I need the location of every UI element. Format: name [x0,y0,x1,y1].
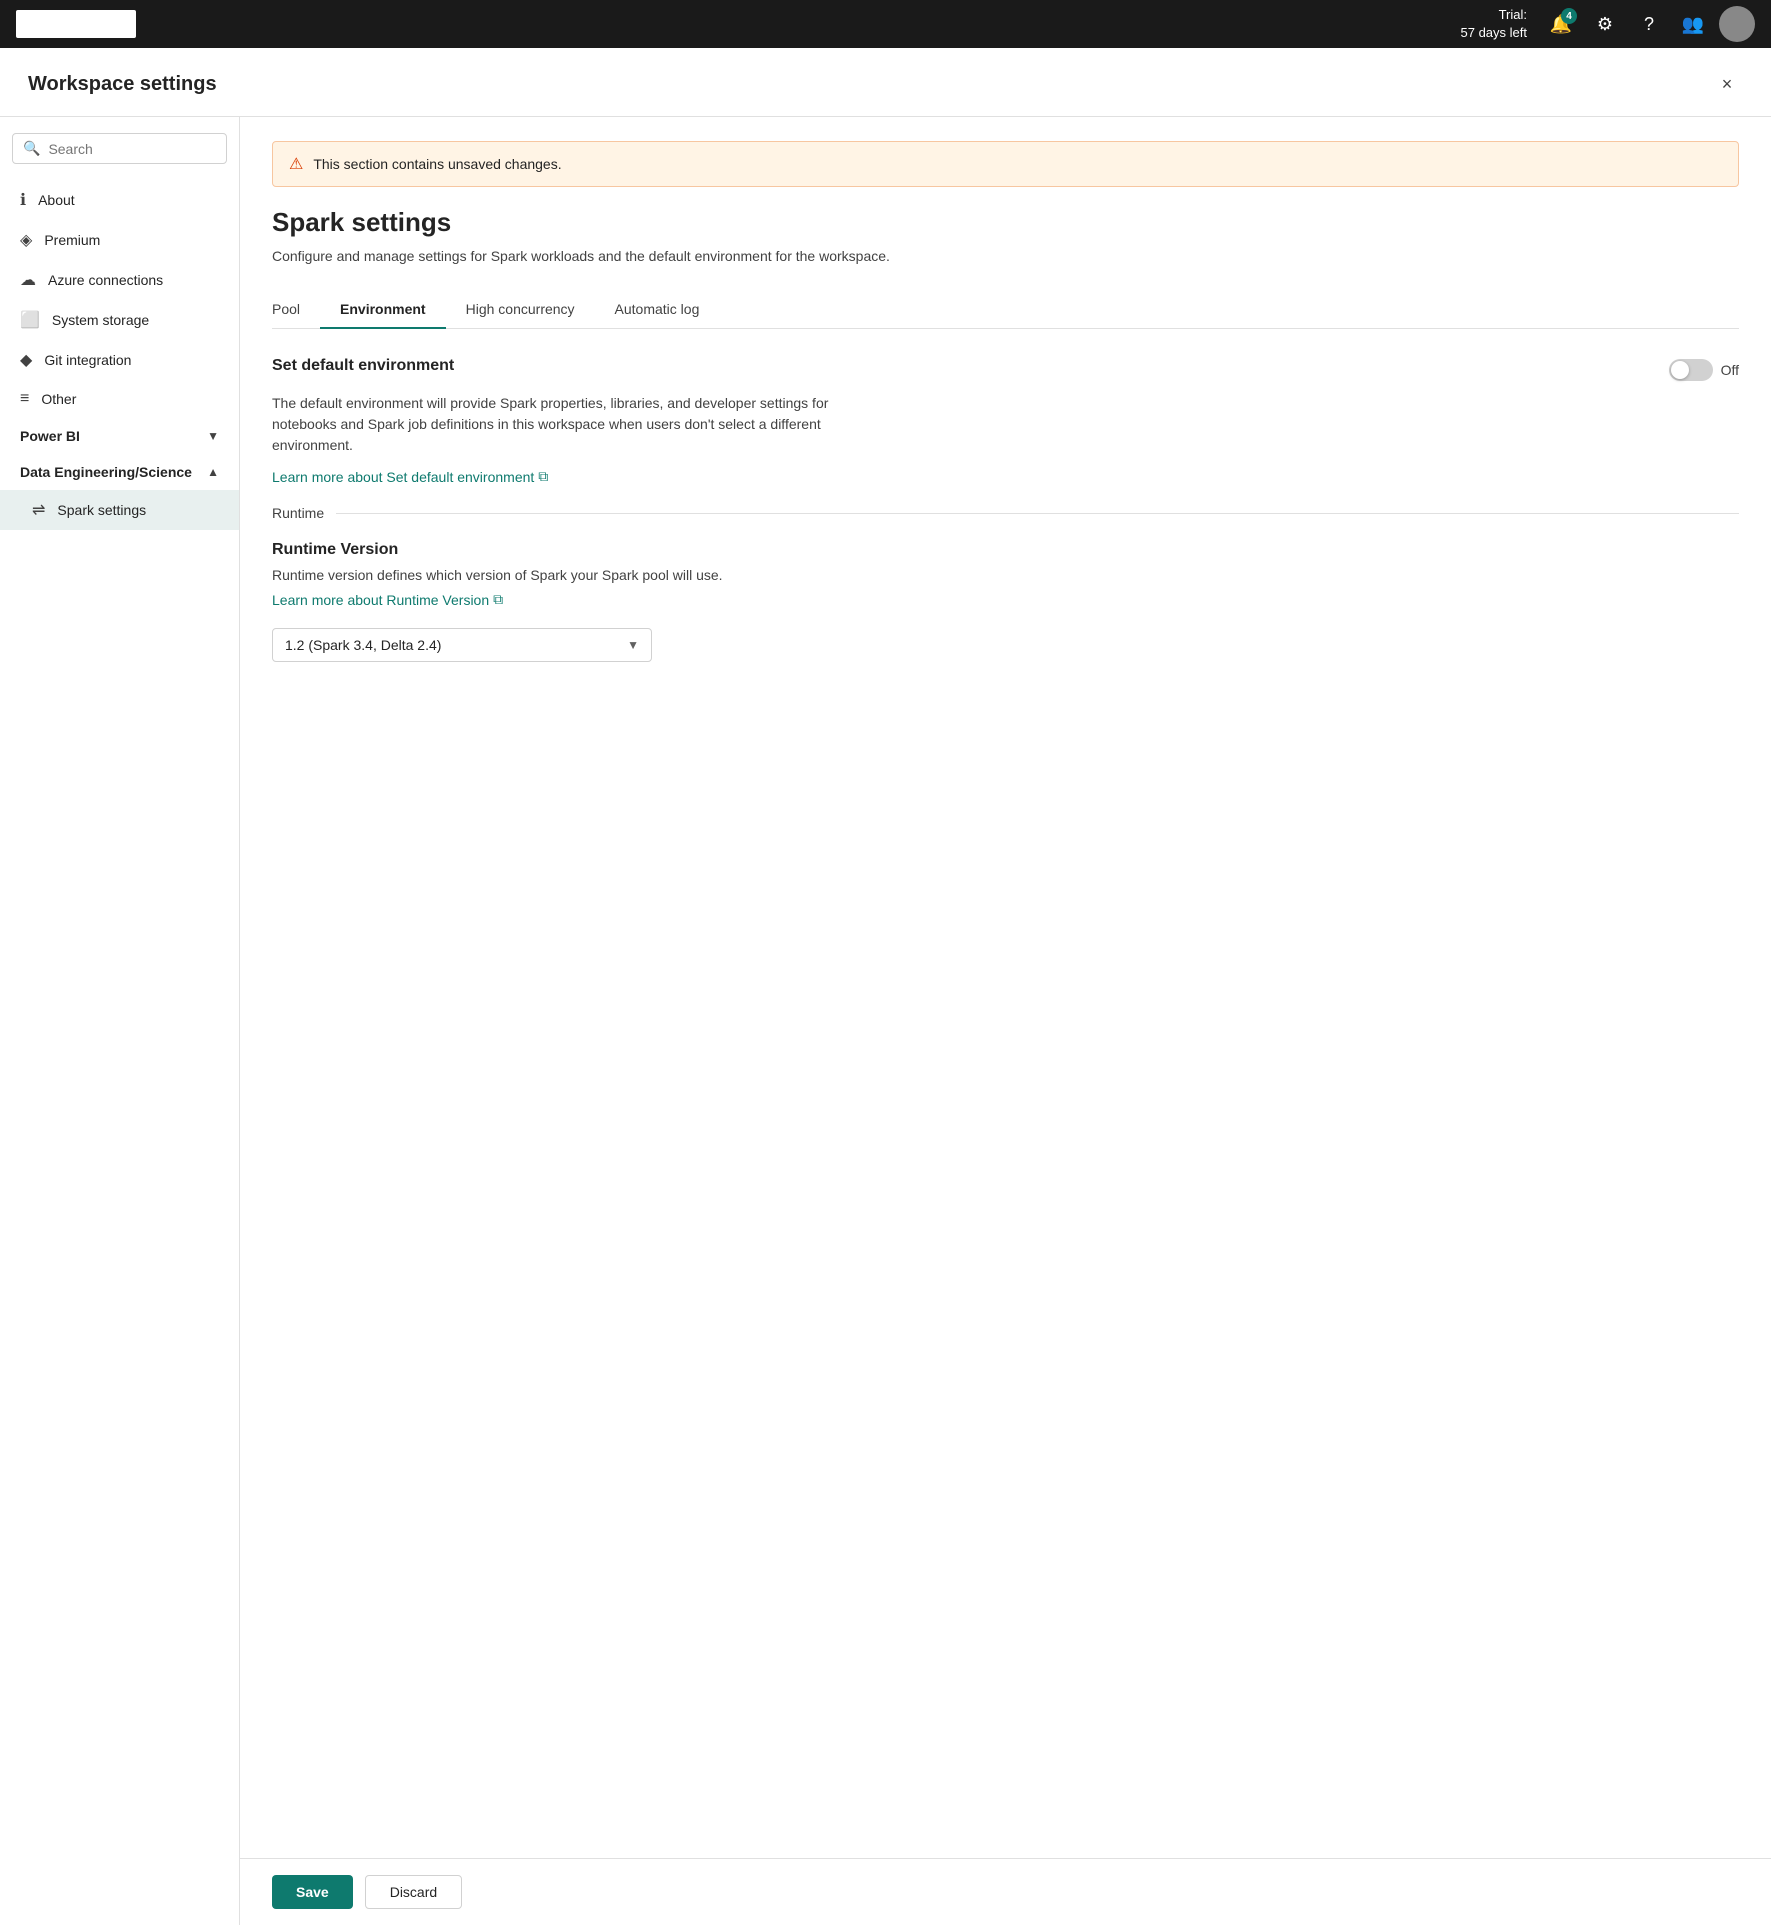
content-inner: ⚠ This section contains unsaved changes.… [240,117,1771,1858]
sidebar: 🔍 ℹ About ◈ Premium ☁ Azure connections … [0,117,240,1925]
search-input[interactable] [48,141,216,157]
chevron-down-icon: ▼ [207,429,219,443]
section-power-bi-label: Power BI [20,428,80,444]
divider-line [336,513,1739,514]
sidebar-item-about-label: About [38,192,75,208]
main-content: ⚠ This section contains unsaved changes.… [240,117,1771,1925]
runtime-version-description: Runtime version defines which version of… [272,567,1739,583]
search-box[interactable]: 🔍 [12,133,227,164]
tab-high-concurrency[interactable]: High concurrency [446,291,595,329]
sidebar-item-other-label: Other [41,391,76,407]
section-power-bi[interactable]: Power BI ▼ [0,418,239,454]
workspace-settings-modal: Workspace settings × 🔍 ℹ About ◈ Premium… [0,48,1771,1925]
sidebar-item-premium[interactable]: ◈ Premium [0,220,239,260]
notification-icon[interactable]: 🔔 4 [1543,6,1579,42]
people-icon[interactable]: 👥 [1675,6,1711,42]
help-icon[interactable]: ? [1631,6,1667,42]
modal-header: Workspace settings × [0,48,1771,117]
sidebar-item-premium-label: Premium [44,232,100,248]
runtime-divider: Runtime [272,505,1739,521]
learn-link-text: Learn more about Set default environment [272,469,534,485]
section-data-engineering[interactable]: Data Engineering/Science ▲ [0,454,239,490]
tab-pool[interactable]: Pool [272,291,320,329]
warning-banner: ⚠ This section contains unsaved changes. [272,141,1739,187]
sidebar-item-azure-connections[interactable]: ☁ Azure connections [0,260,239,300]
chevron-up-icon: ▲ [207,465,219,479]
runtime-external-link-icon: ⧉ [493,591,503,608]
sidebar-item-git-integration[interactable]: ◆ Git integration [0,340,239,380]
sidebar-item-spark-settings-label: Spark settings [57,502,146,518]
topbar: Trial: 57 days left 🔔 4 ⚙ ? 👥 [0,0,1771,48]
diamond-icon: ◈ [20,230,32,250]
discard-button[interactable]: Discard [365,1875,462,1909]
spark-settings-icon: ⇌ [32,500,45,520]
close-button[interactable]: × [1711,68,1743,100]
cloud-icon: ☁ [20,270,36,290]
other-icon: ≡ [20,390,29,408]
set-default-env-title: Set default environment [272,357,454,375]
modal-title: Workspace settings [28,73,217,96]
tab-automatic-log[interactable]: Automatic log [595,291,720,329]
section-data-engineering-label: Data Engineering/Science [20,464,192,480]
page-title: Spark settings [272,207,1739,238]
dropdown-value: 1.2 (Spark 3.4, Delta 2.4) [285,637,441,653]
sidebar-item-about[interactable]: ℹ About [0,180,239,220]
sidebar-item-spark-settings[interactable]: ⇌ Spark settings [0,490,239,530]
toggle-label: Off [1721,362,1739,378]
info-icon: ℹ [20,190,26,210]
sidebar-item-system-storage[interactable]: ⬜ System storage [0,300,239,340]
page-description: Configure and manage settings for Spark … [272,246,932,267]
set-default-env-learn-link[interactable]: Learn more about Set default environment… [272,468,548,485]
runtime-version-title: Runtime Version [272,541,1739,559]
set-default-env-row: Set default environment Off [272,357,1739,381]
topbar-logo [16,10,136,38]
external-link-icon: ⧉ [538,468,548,485]
search-icon: 🔍 [23,140,40,157]
sidebar-item-azure-connections-label: Azure connections [48,272,163,288]
tabs: Pool Environment High concurrency Automa… [272,291,1739,329]
warning-icon: ⚠ [289,154,303,174]
sidebar-item-other[interactable]: ≡ Other [0,380,239,418]
runtime-learn-link-text: Learn more about Runtime Version [272,592,489,608]
notification-badge: 4 [1561,8,1577,24]
warning-text: This section contains unsaved changes. [313,156,561,172]
sidebar-item-system-storage-label: System storage [52,312,149,328]
set-default-env-description: The default environment will provide Spa… [272,393,852,456]
tab-environment[interactable]: Environment [320,291,446,329]
trial-info: Trial: 57 days left [1461,6,1528,42]
git-icon: ◆ [20,350,32,370]
settings-icon[interactable]: ⚙ [1587,6,1623,42]
dropdown-chevron-icon: ▼ [627,638,639,652]
toggle-row: Off [1669,359,1739,381]
runtime-version-learn-link[interactable]: Learn more about Runtime Version ⧉ [272,591,503,608]
save-button[interactable]: Save [272,1875,353,1909]
runtime-version-dropdown[interactable]: 1.2 (Spark 3.4, Delta 2.4) ▼ [272,628,652,662]
sidebar-item-git-integration-label: Git integration [44,352,131,368]
topbar-right: Trial: 57 days left 🔔 4 ⚙ ? 👥 [1461,6,1756,42]
runtime-divider-label: Runtime [272,505,324,521]
modal-body: 🔍 ℹ About ◈ Premium ☁ Azure connections … [0,117,1771,1925]
storage-icon: ⬜ [20,310,40,330]
avatar[interactable] [1719,6,1755,42]
modal-footer: Save Discard [240,1858,1771,1925]
default-env-toggle[interactable] [1669,359,1713,381]
